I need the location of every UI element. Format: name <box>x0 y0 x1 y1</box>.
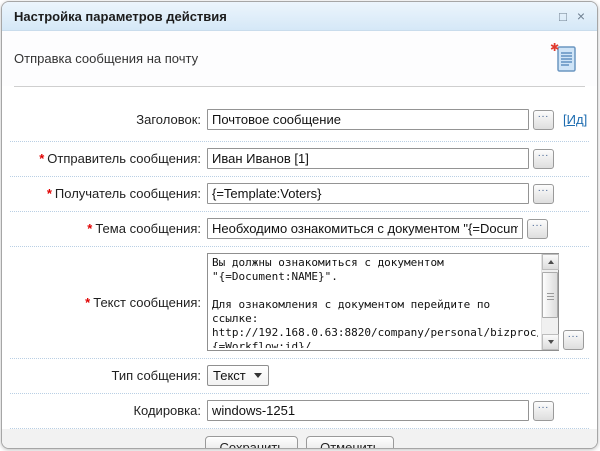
field-row-recipient: *Получатель сообщения: ... <box>10 177 589 212</box>
recipient-label: *Получатель сообщения: <box>10 186 207 201</box>
field-row-title: Заголовок: ... [Ид] <box>10 95 589 142</box>
save-button[interactable]: Сохранить <box>205 436 298 450</box>
id-link[interactable]: [Ид] <box>563 112 587 127</box>
message-type-value: Текст <box>213 368 246 383</box>
maximize-icon[interactable]: □ <box>559 10 567 23</box>
chevron-down-icon <box>254 373 262 378</box>
title-label: Заголовок: <box>10 112 207 127</box>
cancel-button[interactable]: Отменить <box>306 436 393 450</box>
encoding-label: Кодировка: <box>10 403 207 418</box>
sender-insert-value-button[interactable]: ... <box>533 149 554 169</box>
scrollbar-thumb[interactable] <box>542 272 558 318</box>
mail-document-icon: ✱ <box>551 43 579 75</box>
type-label: Тип собщения: <box>10 368 207 383</box>
required-marker: * <box>85 295 90 310</box>
encoding-input[interactable] <box>207 400 529 421</box>
body-insert-value-button[interactable]: ... <box>563 330 584 350</box>
id-link-text[interactable]: Ид <box>567 112 584 127</box>
required-marker: * <box>87 221 92 236</box>
title-input[interactable] <box>207 109 529 130</box>
encoding-insert-value-button[interactable]: ... <box>533 401 554 421</box>
new-badge-icon: ✱ <box>550 41 559 54</box>
scroll-up-icon[interactable] <box>542 254 559 270</box>
body-label: *Текст сообщения: <box>10 295 207 310</box>
subject-insert-value-button[interactable]: ... <box>527 219 548 239</box>
field-row-type: Тип собщения: Текст <box>10 359 589 394</box>
action-settings-dialog: Настройка параметров действия □ × Отправ… <box>1 1 598 449</box>
action-form: Заголовок: ... [Ид] *Отправитель сообщен… <box>2 87 597 429</box>
subject-label: *Тема сообщения: <box>10 221 207 236</box>
dialog-footer: Сохранить Отменить <box>2 429 597 449</box>
textarea-scrollbar[interactable] <box>541 254 558 350</box>
field-row-subject: *Тема сообщения: ... <box>10 212 589 247</box>
recipient-input[interactable] <box>207 183 529 204</box>
required-marker: * <box>47 186 52 201</box>
message-type-select[interactable]: Текст <box>207 365 269 386</box>
recipient-insert-value-button[interactable]: ... <box>533 184 554 204</box>
title-insert-value-button[interactable]: ... <box>533 110 554 130</box>
field-row-body: *Текст сообщения: Вы должны ознакомиться… <box>10 247 589 359</box>
dialog-titlebar[interactable]: Настройка параметров действия □ × <box>2 2 597 31</box>
required-marker: * <box>39 151 44 166</box>
field-row-encoding: Кодировка: ... <box>10 394 589 429</box>
sender-label: *Отправитель сообщения: <box>10 151 207 166</box>
sender-input[interactable] <box>207 148 529 169</box>
action-subtitle: Отправка сообщения на почту <box>14 51 551 66</box>
subject-input[interactable] <box>207 218 523 239</box>
dialog-header: Отправка сообщения на почту ✱ <box>2 31 597 86</box>
scroll-down-icon[interactable] <box>542 334 559 350</box>
message-text[interactable]: Вы должны ознакомиться с документом "{=D… <box>212 256 538 348</box>
field-row-sender: *Отправитель сообщения: ... <box>10 142 589 177</box>
dialog-title: Настройка параметров действия <box>14 9 549 24</box>
close-icon[interactable]: × <box>577 9 585 23</box>
message-text-area[interactable]: Вы должны ознакомиться с документом "{=D… <box>207 253 559 351</box>
